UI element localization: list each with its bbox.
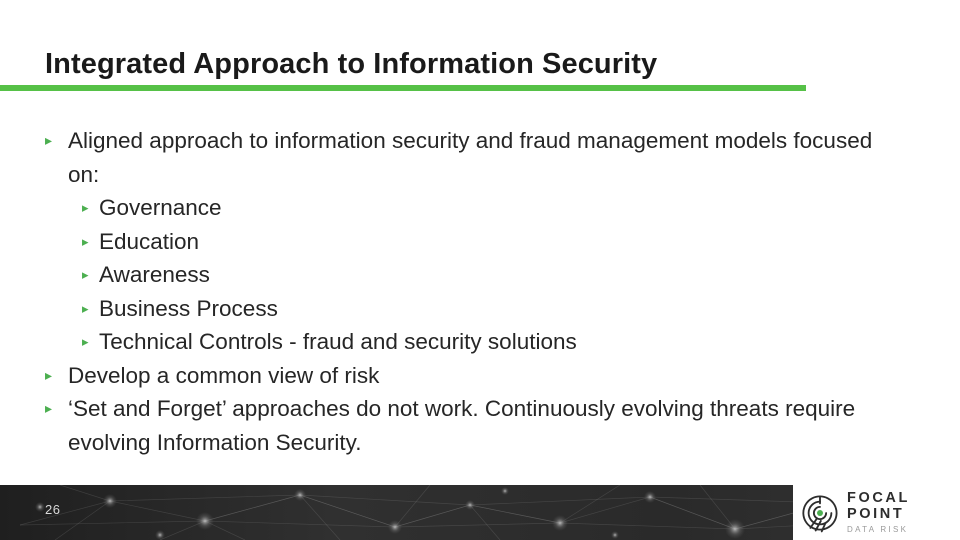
bullet-item: ▸ Develop a common view of risk bbox=[0, 359, 900, 393]
bullet-marker-icon: ▸ bbox=[82, 334, 89, 349]
bullet-marker-icon: ▸ bbox=[45, 366, 53, 383]
title-underline-rule bbox=[0, 85, 806, 91]
bullet-item: ▸ Education bbox=[0, 225, 900, 259]
bullet-item: ▸ Governance bbox=[0, 191, 900, 225]
logo: FOCAL POINT DATA RISK bbox=[793, 485, 960, 540]
logo-wordmark: FOCAL POINT DATA RISK bbox=[847, 490, 960, 535]
bullet-text: Business Process bbox=[99, 295, 278, 321]
bullet-text: Education bbox=[99, 228, 200, 254]
bullet-marker-icon: ▸ bbox=[82, 233, 89, 249]
bullet-marker-icon: ▸ bbox=[82, 267, 89, 282]
logo-tagline: DATA RISK bbox=[847, 525, 909, 534]
bullet-marker-icon: ▸ bbox=[82, 200, 89, 215]
bullet-marker-icon: ▸ bbox=[82, 300, 89, 316]
bullet-text: Governance bbox=[99, 195, 222, 220]
bullet-item: ▸ Aligned approach to information securit… bbox=[0, 124, 900, 191]
bullet-marker-icon: ▸ bbox=[45, 132, 53, 148]
bullet-text: ‘Set and Forget’ approaches do not work.… bbox=[68, 396, 856, 455]
footer-band: 26 FOCAL POINT DATA RISK bbox=[0, 485, 960, 540]
page-number: 26 bbox=[45, 502, 61, 517]
bullet-item: ▸ ‘Set and Forget’ approaches do not work… bbox=[0, 392, 900, 459]
bullet-item: ▸ Technical Controls - fraud and security… bbox=[0, 325, 900, 359]
bullet-text: Technical Controls - fraud and security … bbox=[99, 329, 577, 354]
focal-point-target-icon bbox=[802, 494, 838, 532]
bullet-text: Aligned approach to information security… bbox=[68, 128, 873, 187]
bullet-item: ▸ Business Process bbox=[0, 292, 900, 326]
bullet-marker-icon: ▸ bbox=[45, 400, 53, 416]
page-title: Integrated Approach to Information Secur… bbox=[45, 48, 658, 80]
title-block: Integrated Approach to Information Secur… bbox=[0, 44, 806, 92]
slide: Integrated Approach to Information Secur… bbox=[0, 0, 960, 540]
logo-name: FOCAL POINT bbox=[847, 490, 910, 522]
bullet-list: ▸ Aligned approach to information securit… bbox=[0, 124, 900, 459]
bullet-text: Develop a common view of risk bbox=[68, 362, 380, 388]
bullet-text: Awareness bbox=[99, 262, 210, 287]
bullet-item: ▸ Awareness bbox=[0, 258, 900, 292]
